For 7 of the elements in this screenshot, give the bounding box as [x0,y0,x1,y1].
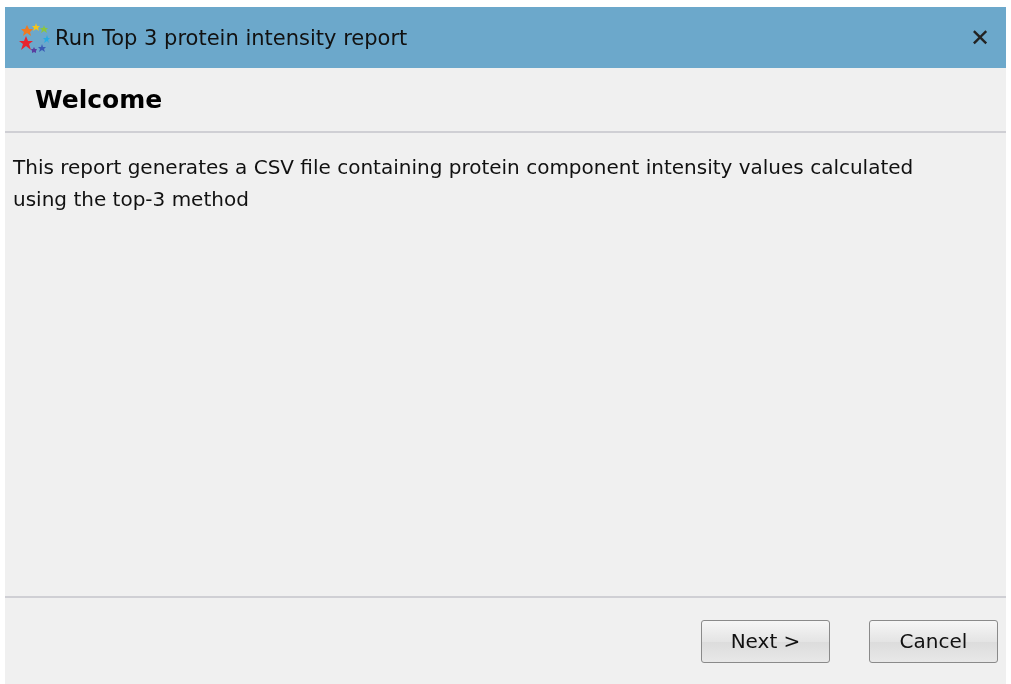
page-heading: Welcome [35,85,163,114]
cancel-button[interactable]: Cancel [869,619,998,663]
next-button[interactable]: Next > [701,619,830,663]
close-button[interactable]: ✕ [963,23,996,52]
description-text: This report generates a CSV file containing protein component intensity values calculated using the top-3 method [13,154,915,213]
window-title: Run Top 3 protein intensity report [55,25,409,50]
colorful-stars-logo-icon [17,21,51,54]
